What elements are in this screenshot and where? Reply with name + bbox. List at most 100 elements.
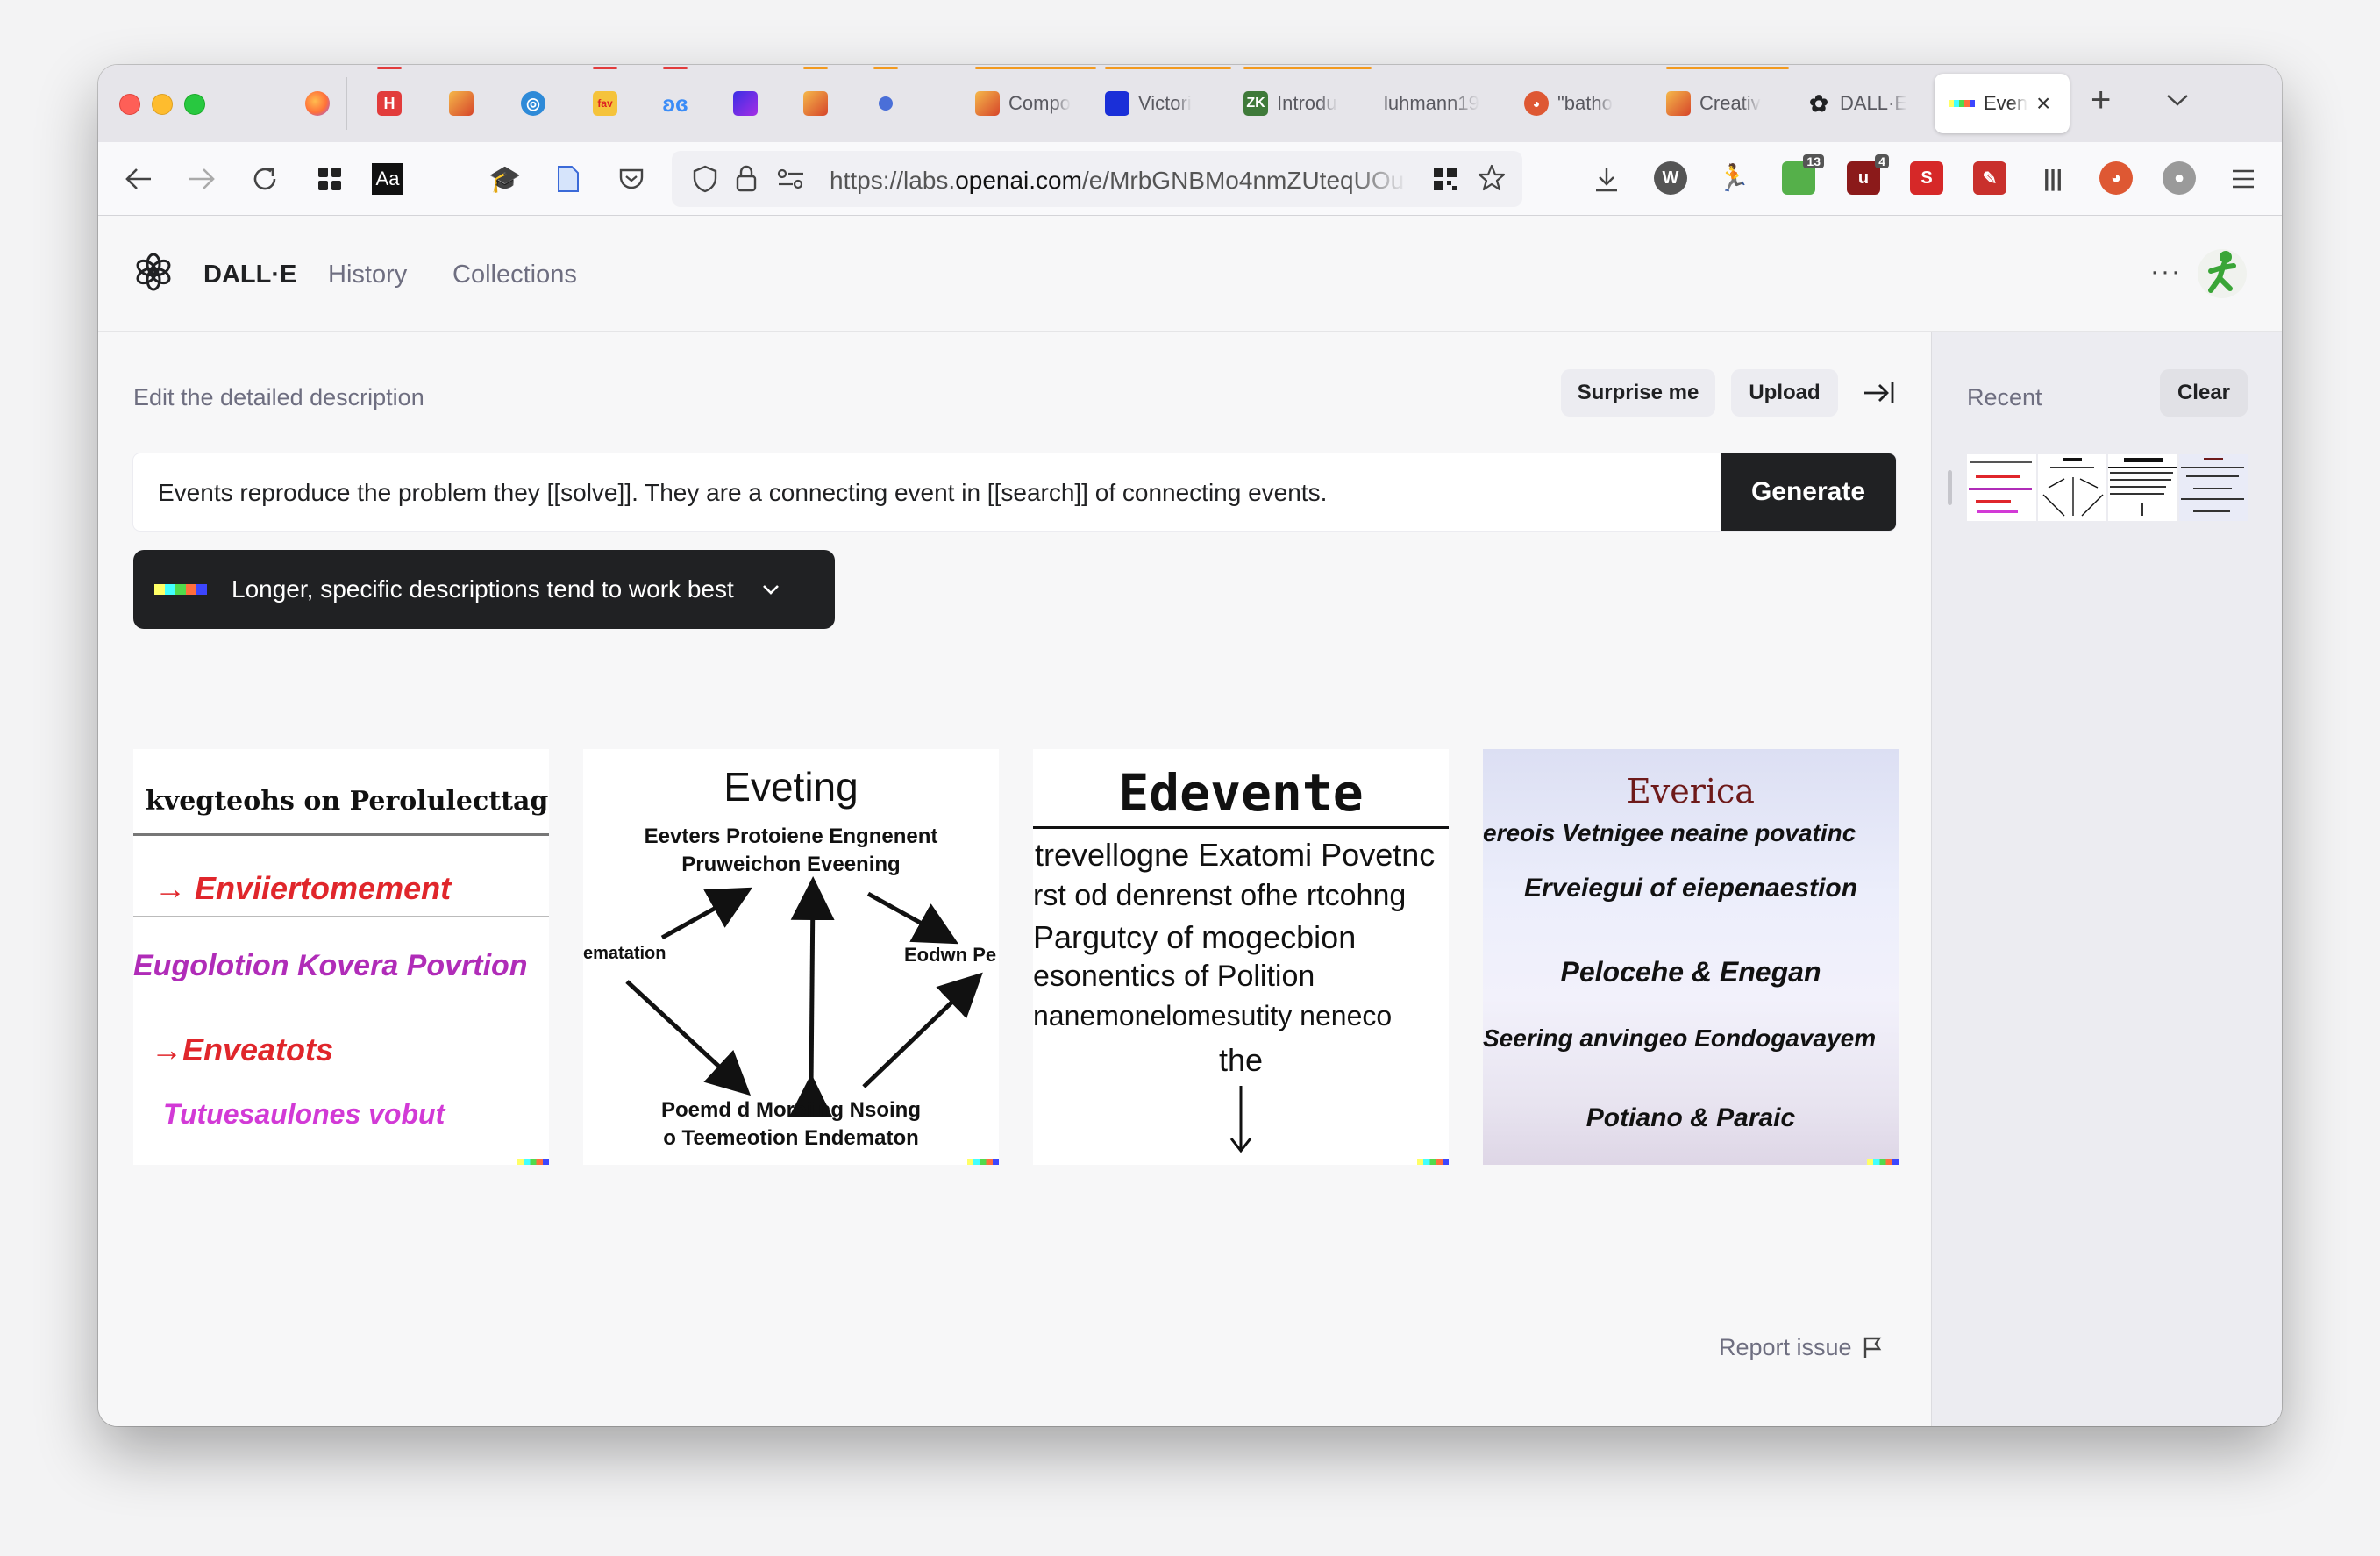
s-extension-icon[interactable]: S	[1910, 161, 1943, 195]
list-all-tabs-button[interactable]	[2165, 86, 2190, 114]
pocket-icon	[619, 168, 644, 189]
nav-history[interactable]: History	[328, 261, 407, 289]
nav-collections[interactable]: Collections	[452, 261, 577, 289]
tab-introdu[interactable]: ZK Introdu	[1243, 65, 1372, 142]
dalle-mark-icon	[1949, 100, 1975, 107]
tab-luhmann[interactable]: luhmann19	[1384, 65, 1493, 142]
image-text: Eugolotion Kovera Povrtion	[133, 949, 528, 982]
app-menu-button[interactable]	[2222, 158, 2264, 200]
gradient-square-icon	[1666, 91, 1691, 116]
green-man-extension-icon[interactable]: 🏃	[1717, 161, 1750, 195]
image-text: nanemonelomesutity neneco	[1033, 1000, 1393, 1031]
clear-button[interactable]: Clear	[2160, 369, 2248, 417]
forward-button[interactable]	[181, 158, 223, 200]
prompt-input[interactable]: Events reproduce the problem they [[solv…	[133, 453, 1896, 531]
zk-icon: ZK	[1243, 91, 1268, 116]
permissions-icon[interactable]	[777, 168, 805, 194]
tab-pinned-2[interactable]	[449, 65, 474, 142]
browser-window: H ◎ fav ʚɞ Compo Victori ZK Introdu luhm…	[98, 65, 2282, 1426]
image-text: esonentics of Polition	[1033, 960, 1315, 993]
avatar[interactable]	[2197, 248, 2248, 299]
downloads-button[interactable]	[1585, 158, 1628, 200]
document-icon[interactable]	[547, 158, 589, 200]
bookmark-star-icon[interactable]	[1477, 163, 1507, 197]
tab-title: DALL·E	[1840, 92, 1908, 114]
recent-thumbnail[interactable]	[1967, 454, 2248, 521]
qr-code-icon[interactable]	[1433, 167, 1457, 196]
tab-title: luhmann19	[1384, 92, 1479, 114]
arrow-left-icon	[125, 168, 151, 189]
tab-pinned-7[interactable]	[803, 65, 828, 142]
collapse-sidebar-icon[interactable]	[1861, 379, 1896, 407]
calendar-extension-icon[interactable]: 13	[1782, 154, 1824, 195]
arrow-right-icon	[189, 168, 215, 189]
minimize-window-button[interactable]	[152, 94, 173, 115]
tab-pinned-3[interactable]: ◎	[521, 65, 545, 142]
tab-pinned-8[interactable]	[873, 65, 898, 142]
blue-square-icon	[1105, 91, 1129, 116]
prompt-text[interactable]: Events reproduce the problem they [[solv…	[158, 479, 1327, 507]
tab-batho[interactable]: ◕ "batho	[1524, 65, 1642, 142]
lock-icon[interactable]	[735, 163, 758, 197]
tab-victori[interactable]: Victori	[1105, 65, 1231, 142]
zoom-window-button[interactable]	[184, 94, 205, 115]
shield-icon[interactable]	[693, 165, 717, 197]
tab-title: "batho	[1557, 92, 1613, 114]
cookie-extension-icon[interactable]: ●	[2163, 161, 2196, 195]
generated-image-2[interactable]: Eveting Eevters Protoiene Engnenent Pruw…	[583, 749, 999, 1165]
close-window-button[interactable]	[119, 94, 140, 115]
url-bar[interactable]: https://labs.openai.com/e/MrbGNBMo4nmZUt…	[672, 151, 1522, 207]
dalle-mark-icon	[154, 584, 207, 595]
tab-pinned-1[interactable]: H	[377, 65, 402, 142]
gradient-square-icon	[803, 91, 828, 116]
generate-button[interactable]: Generate	[1721, 453, 1896, 531]
url-text[interactable]: https://labs.openai.com/e/MrbGNBMo4nmZUt…	[830, 167, 1408, 195]
hamburger-icon	[2233, 169, 2254, 189]
new-tab-button[interactable]: +	[2091, 81, 2111, 120]
openai-logo-icon[interactable]	[133, 252, 174, 292]
nav-toolbar: Aa 🎓 https://labs.openai.com/e/MrbGNBMo4…	[98, 142, 2282, 216]
tab-active[interactable]: Even ×	[1935, 74, 2070, 133]
grid-icon	[318, 168, 341, 190]
duckduckgo-extension-icon[interactable]: ◕	[2099, 161, 2133, 195]
chevron-down-icon	[2167, 95, 2188, 106]
image-text: rst od denrenst ofhe rtcohng	[1033, 879, 1407, 912]
image-text: o Teemeotion Endematon	[663, 1126, 919, 1150]
tip-banner[interactable]: Longer, specific descriptions tend to wo…	[133, 550, 835, 629]
app-brand[interactable]: DALL·E	[203, 261, 296, 289]
editor-area: Edit the detailed description Surprise m…	[98, 332, 1931, 1426]
report-issue-link[interactable]: Report issue	[1719, 1334, 1882, 1361]
tab-creativ[interactable]: Creativ	[1666, 65, 1789, 142]
recent-title: Recent	[1967, 384, 2042, 410]
graduation-cap-icon[interactable]: 🎓	[484, 158, 526, 200]
image-text: Erveiegui of eiepenaestion	[1523, 874, 1858, 903]
pocket-button[interactable]	[610, 158, 652, 200]
extensions-grid-button[interactable]	[309, 158, 351, 200]
surprise-me-button[interactable]: Surprise me	[1561, 369, 1715, 417]
reader-extension-button[interactable]: Aa	[372, 163, 403, 195]
more-options-icon[interactable]: ···	[2150, 257, 2182, 287]
tab-pinned-5[interactable]: ʚɞ	[663, 65, 688, 142]
tab-firefox-view[interactable]	[305, 65, 330, 142]
image-text: Seering anvingeo Eondogavayem	[1483, 1024, 1877, 1052]
prompt-caption: Edit the detailed description	[133, 384, 424, 410]
ublock-extension-icon[interactable]: u4	[1847, 154, 1889, 195]
image-text: Potiano & Paraic	[1585, 1103, 1796, 1132]
tab-dalle[interactable]: ✿ DALL·E	[1806, 65, 1926, 142]
pen-extension-icon[interactable]: ✎	[1973, 161, 2006, 195]
generated-image-1[interactable]: kvegteohs on Perolulecttags → Enviiertom…	[133, 749, 549, 1165]
generated-image-3[interactable]: Edevente trevellogne Exatomi Povetnc rst…	[1033, 749, 1449, 1165]
barcode-extension-icon[interactable]: |||	[2036, 161, 2070, 195]
upload-button[interactable]: Upload	[1731, 369, 1838, 417]
reload-button[interactable]	[244, 158, 286, 200]
scrollbar[interactable]	[1948, 470, 1952, 505]
image-text: Pelocehe & Enegan	[1560, 956, 1821, 988]
tab-pinned-4[interactable]: fav	[593, 65, 617, 142]
tab-compo[interactable]: Compo	[975, 65, 1096, 142]
close-tab-icon[interactable]: ×	[2036, 91, 2050, 116]
back-button[interactable]	[118, 158, 160, 200]
arrow-down-icon	[1229, 1086, 1252, 1153]
generated-image-4[interactable]: Everica ereois Vetnigee neaine povatinc …	[1483, 749, 1899, 1165]
tab-pinned-6[interactable]	[733, 65, 758, 142]
wordpress-extension-icon[interactable]: W	[1654, 161, 1687, 195]
